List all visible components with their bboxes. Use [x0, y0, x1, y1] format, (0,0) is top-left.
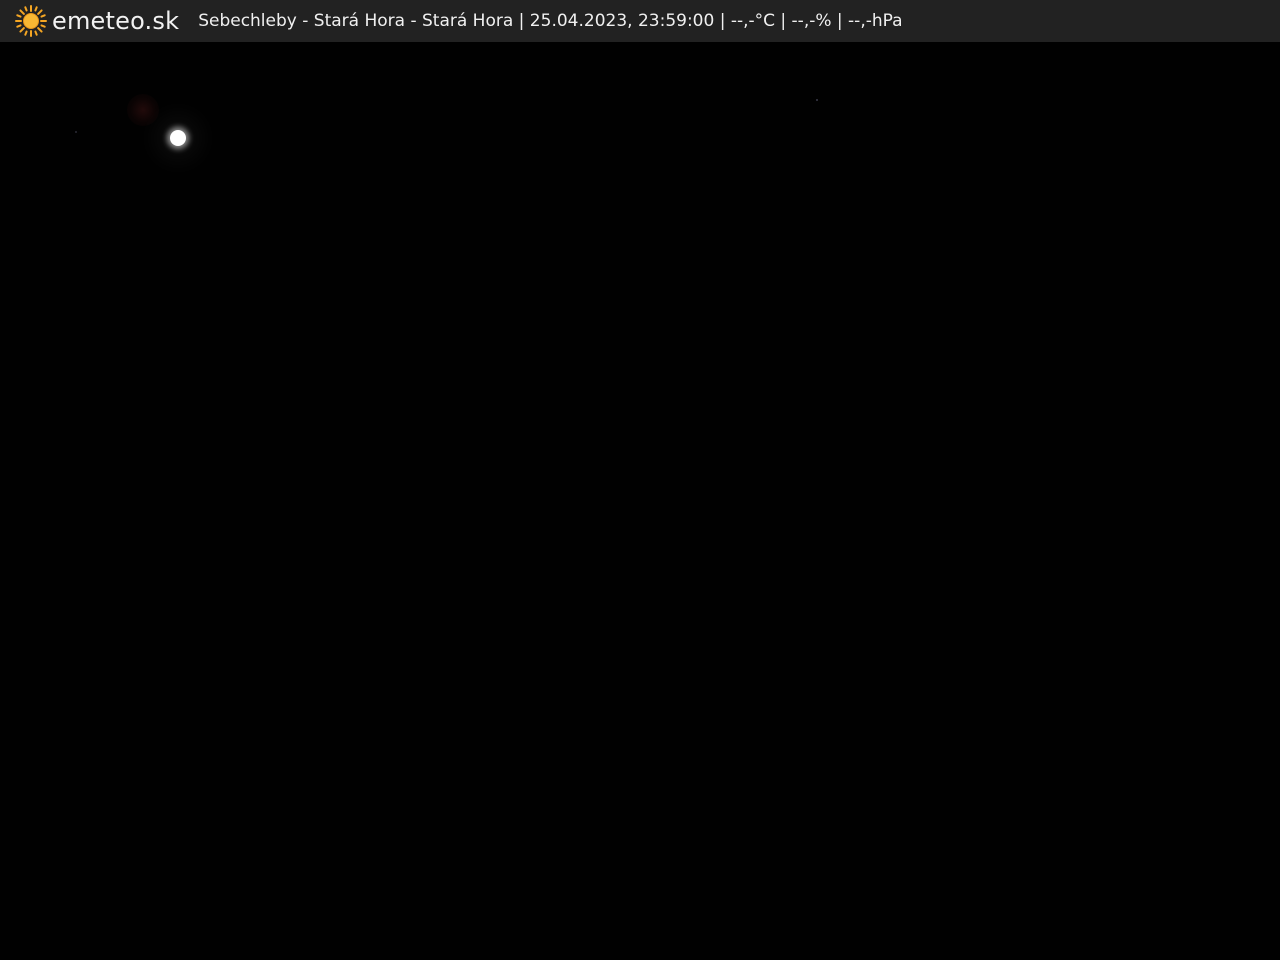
- moon: [170, 130, 186, 146]
- webcam-frame: emeteo.sk Sebechleby - Stará Hora - Star…: [0, 0, 1280, 960]
- sun-icon: [15, 5, 47, 37]
- star: [816, 99, 818, 101]
- caption-bar: emeteo.sk Sebechleby - Stará Hora - Star…: [0, 0, 1280, 42]
- lens-flare: [127, 94, 159, 126]
- star: [75, 131, 77, 133]
- night-sky-image: [0, 42, 1280, 960]
- brand-name[interactable]: emeteo.sk: [52, 0, 179, 42]
- webcam-caption: Sebechleby - Stará Hora - Stará Hora | 2…: [198, 11, 903, 31]
- emeteo-logo: emeteo.sk: [14, 0, 179, 42]
